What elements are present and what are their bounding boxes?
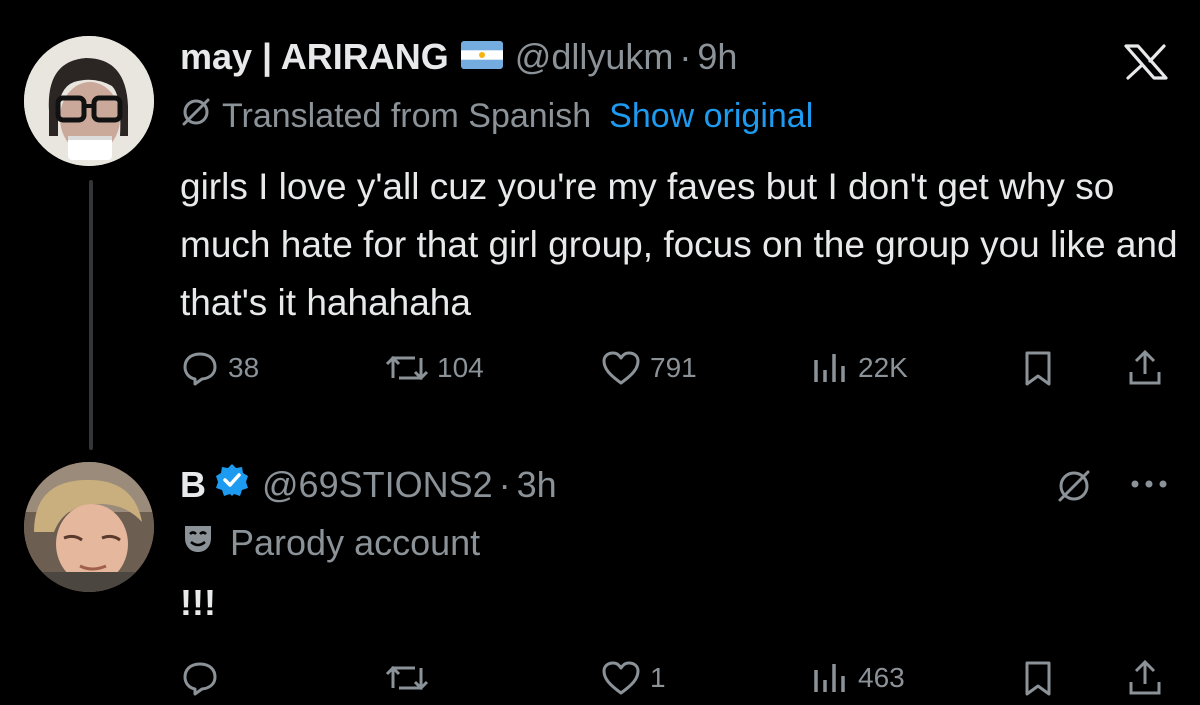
translate-button[interactable] <box>1054 466 1094 511</box>
view-count: 463 <box>858 662 905 693</box>
avatar[interactable] <box>24 36 154 166</box>
like-button[interactable]: 1 <box>600 658 666 698</box>
bookmark-button[interactable] <box>1018 348 1058 388</box>
reply-icon <box>180 658 220 698</box>
views-button[interactable]: 463 <box>810 658 905 698</box>
repost-icon <box>385 658 429 698</box>
tweet-text: girls I love y'all cuz you're my faves b… <box>180 166 1178 323</box>
views-chart-icon <box>810 348 850 388</box>
x-logo-icon <box>1122 44 1170 85</box>
reply-icon <box>180 348 220 388</box>
translated-label: Translated from Spanish <box>222 97 592 135</box>
repost-button[interactable] <box>385 658 437 698</box>
share-button[interactable] <box>1125 348 1165 388</box>
like-count: 791 <box>650 352 697 383</box>
heart-icon <box>600 658 642 698</box>
verified-badge-icon <box>214 462 250 507</box>
bookmark-icon <box>1018 658 1058 698</box>
display-name[interactable]: B <box>180 464 206 506</box>
reply-button[interactable] <box>180 658 228 698</box>
reply-text: !!! <box>180 582 216 623</box>
repost-count: 104 <box>437 352 484 383</box>
parody-label: Parody account <box>180 520 480 565</box>
repost-icon <box>385 348 429 388</box>
like-count: 1 <box>650 662 666 693</box>
bookmark-icon <box>1018 348 1058 388</box>
share-button[interactable] <box>1125 658 1165 698</box>
tweet-header: may | ARIRANG @dllyukm · 9h <box>180 36 737 78</box>
thread-connector-line <box>89 180 93 450</box>
views-button[interactable]: 22K <box>810 348 908 388</box>
timestamp[interactable]: 3h <box>517 464 557 506</box>
handle[interactable]: @dllyukm <box>515 36 674 78</box>
avatar[interactable] <box>24 462 154 592</box>
more-options-button[interactable] <box>1128 476 1170 497</box>
separator-dot: · <box>498 463 511 505</box>
translation-notice: Translated from Spanish Show original <box>180 96 813 137</box>
translate-icon <box>180 96 212 137</box>
heart-icon <box>600 348 642 388</box>
views-chart-icon <box>810 658 850 698</box>
separator-dot: · <box>679 36 692 77</box>
bookmark-button[interactable] <box>1018 658 1058 698</box>
reply-actions: 1 463 <box>180 658 1170 702</box>
more-dots-icon <box>1128 479 1170 496</box>
timestamp[interactable]: 9h <box>697 36 737 78</box>
theater-mask-icon <box>180 520 216 565</box>
handle[interactable]: @69STIONS2 <box>262 464 493 506</box>
display-name[interactable]: may | ARIRANG <box>180 36 449 78</box>
reply-button[interactable]: 38 <box>180 348 259 388</box>
translate-icon <box>1054 470 1094 510</box>
show-original-link[interactable]: Show original <box>609 97 813 136</box>
view-count: 22K <box>858 352 908 383</box>
like-button[interactable]: 791 <box>600 348 697 388</box>
reply-count: 38 <box>228 352 260 383</box>
repost-button[interactable]: 104 <box>385 348 484 388</box>
argentina-flag-icon <box>460 36 503 78</box>
parody-account-label: Parody account <box>230 521 481 563</box>
reply-header: B @69STIONS2 · 3h <box>180 462 557 507</box>
share-icon <box>1125 658 1165 698</box>
share-icon <box>1125 348 1165 388</box>
tweet-actions: 38 104 791 22K <box>180 348 1170 392</box>
